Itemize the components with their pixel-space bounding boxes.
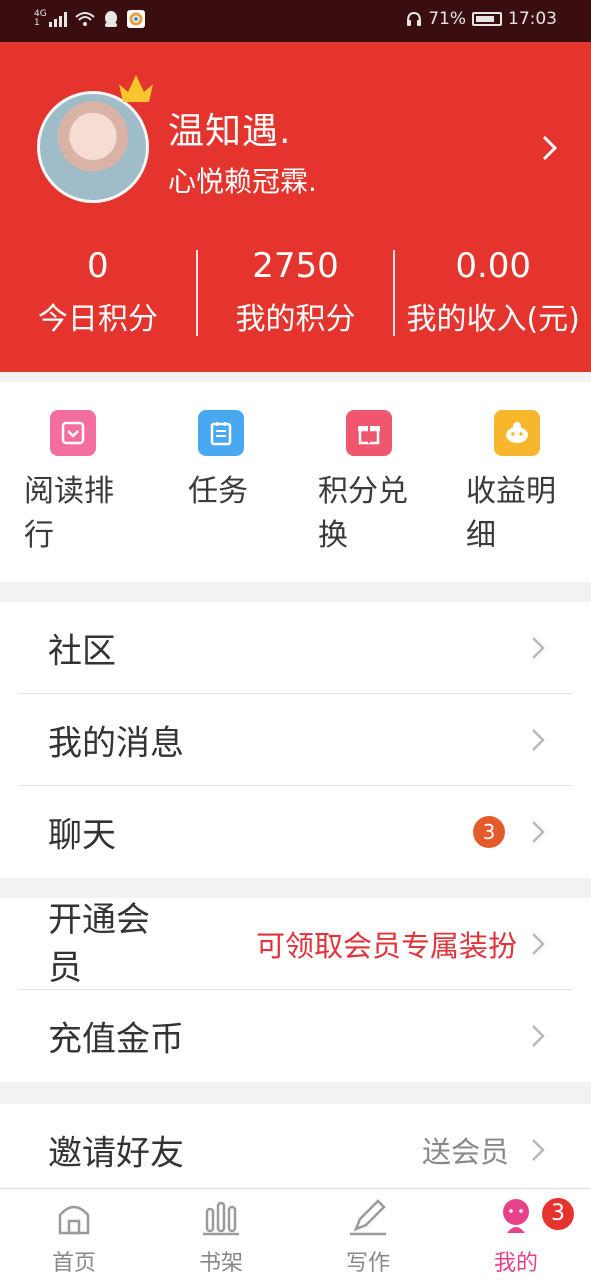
task-icon <box>198 410 244 456</box>
quick-action-label: 阅读排行 <box>24 474 114 553</box>
chevron-right-icon <box>532 636 545 659</box>
menu-item-label: 社区 <box>48 631 116 671</box>
chevron-right-icon <box>532 728 545 751</box>
menu-item-label: 聊天 <box>48 815 116 856</box>
earnings-icon <box>494 410 540 456</box>
menu-group-invite: 邀请好友 送会员 <box>0 1104 591 1188</box>
stat-my-points[interactable]: 2750 我的积分 <box>198 242 394 342</box>
menu-item-label: 邀请好友 <box>48 1133 184 1174</box>
membership-promo-text: 可领取会员专属装扮 <box>255 928 517 963</box>
chevron-right-icon <box>532 1139 545 1161</box>
stat-value: 0 <box>87 246 109 286</box>
pen-icon <box>350 1199 386 1236</box>
avatar[interactable] <box>37 91 149 203</box>
battery-icon <box>472 12 502 26</box>
tab-writing[interactable]: 写作 <box>318 1197 418 1277</box>
home-icon <box>58 1205 90 1235</box>
menu-item-messages[interactable]: 我的消息 <box>18 694 573 786</box>
status-bar: 4G 1 71% 17:03 <box>0 0 591 42</box>
profile-icon <box>503 1199 529 1233</box>
quick-action-reading-ranking[interactable]: 阅读排行 <box>24 410 164 558</box>
stat-label: 我的收入(元) <box>406 302 580 337</box>
bookshelf-icon <box>203 1201 239 1236</box>
bottom-tab-bar: 首页 书架 写作 我的 <box>0 1188 591 1280</box>
menu-item-label: 开通会员 <box>48 899 150 988</box>
menu-group-membership: 开通会员 可领取会员专属装扮 充值金币 <box>0 898 591 1082</box>
tab-label: 我的 <box>493 1251 538 1276</box>
stat-value: 0.00 <box>455 246 532 286</box>
stat-my-income[interactable]: 0.00 我的收入(元) <box>395 242 591 342</box>
menu-item-label: 我的消息 <box>48 723 184 763</box>
quick-action-label: 收益明细 <box>466 474 556 553</box>
chevron-right-icon <box>532 1025 545 1047</box>
qq-icon <box>104 11 117 27</box>
menu-item-recharge-coins[interactable]: 充值金币 <box>18 990 573 1082</box>
invite-reward-text: 送会员 <box>421 1135 509 1169</box>
stat-label: 今日积分 <box>37 302 158 337</box>
signal-icon <box>48 11 67 27</box>
quick-action-points-exchange[interactable]: 积分兑换 <box>318 410 458 558</box>
tab-bookshelf[interactable]: 书架 <box>171 1197 271 1277</box>
stat-today-points[interactable]: 0 今日积分 <box>0 242 196 342</box>
stat-value: 2750 <box>252 246 339 286</box>
menu-group-community: 社区 我的消息 聊天 3 <box>0 602 591 878</box>
quick-action-label: 积分兑换 <box>318 474 408 553</box>
ranking-icon <box>50 410 96 456</box>
chevron-right-icon <box>532 932 545 955</box>
chevron-right-icon <box>532 821 545 843</box>
stat-label: 我的积分 <box>235 302 356 337</box>
clock: 17:03 <box>508 9 557 29</box>
points-stats: 0 今日积分 2750 我的积分 0.00 我的收入(元) <box>0 242 591 342</box>
quick-action-label: 任务 <box>188 474 248 509</box>
gift-icon <box>346 410 392 456</box>
tab-label: 书架 <box>198 1251 243 1276</box>
quick-action-task[interactable]: 任务 <box>188 410 328 514</box>
profile-header[interactable]: 温知遇. 心悦赖冠霖. 0 今日积分 2750 我的积分 0.00 我的收入(元… <box>0 42 591 372</box>
profile-signature: 心悦赖冠霖. <box>168 165 317 198</box>
headphone-icon <box>407 11 422 26</box>
tab-badge: 3 <box>540 1196 576 1232</box>
quick-action-earnings-detail[interactable]: 收益明细 <box>466 410 591 558</box>
menu-item-chat[interactable]: 聊天 3 <box>18 786 573 878</box>
profile-name: 温知遇. <box>168 111 292 152</box>
wifi-icon <box>75 12 95 26</box>
menu-item-community[interactable]: 社区 <box>18 602 573 694</box>
unread-badge: 3 <box>473 816 505 848</box>
tab-label: 写作 <box>345 1251 390 1276</box>
battery-percent: 71% <box>428 9 466 29</box>
crown-icon <box>119 75 153 102</box>
tab-home[interactable]: 首页 <box>24 1197 124 1277</box>
app-notification-icon <box>126 10 145 28</box>
menu-item-invite-friends[interactable]: 邀请好友 送会员 <box>18 1104 573 1188</box>
menu-item-open-membership[interactable]: 开通会员 可领取会员专属装扮 <box>18 898 573 990</box>
menu-item-label: 充值金币 <box>48 1019 184 1060</box>
tab-label: 首页 <box>51 1251 96 1276</box>
chevron-right-icon[interactable] <box>539 134 559 162</box>
quick-actions: 阅读排行 任务 积分兑换 收益明细 <box>0 382 591 582</box>
